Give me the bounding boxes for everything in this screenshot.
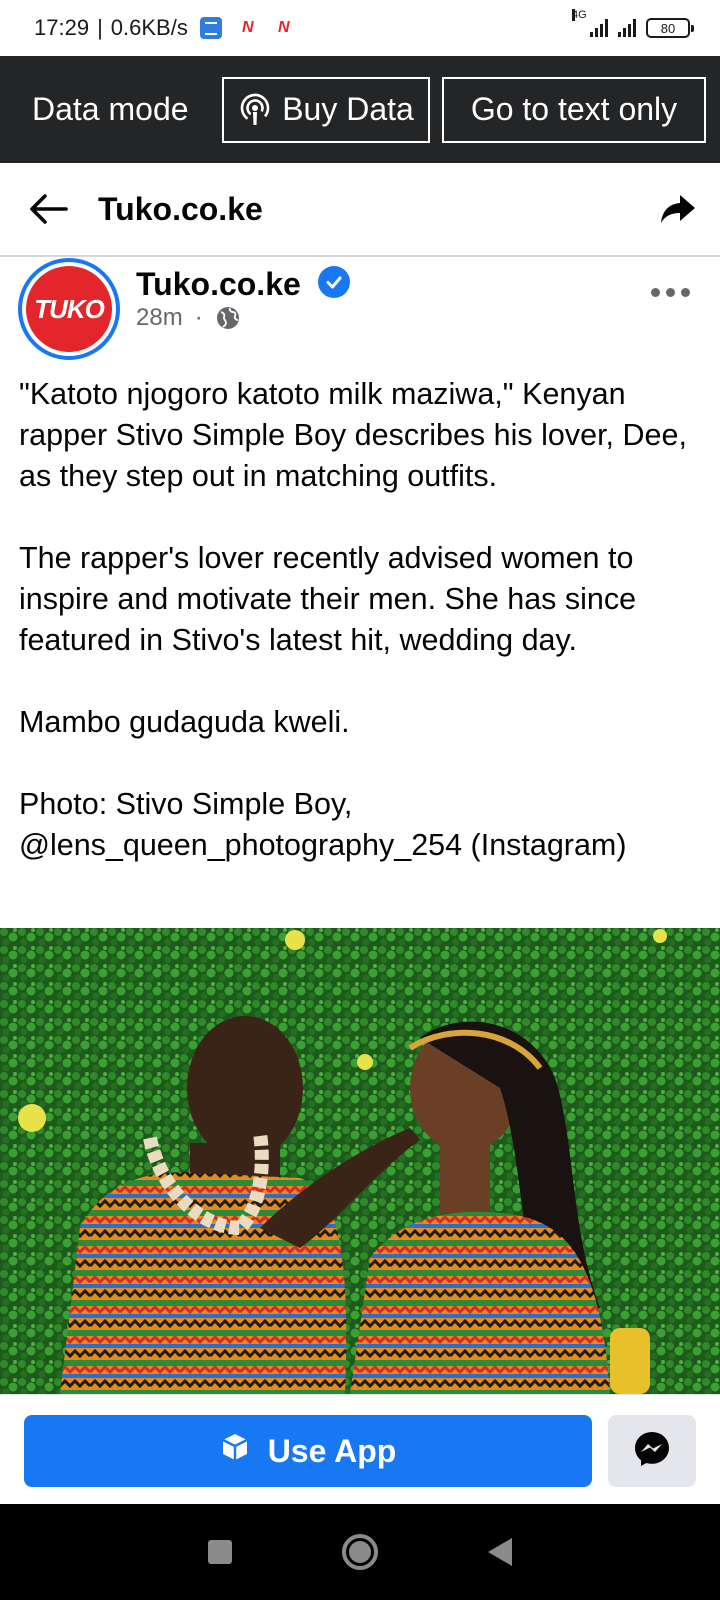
post-time[interactable]: 28m xyxy=(136,304,183,332)
home-icon[interactable] xyxy=(342,1534,378,1570)
text-only-label: Go to text only xyxy=(470,91,678,127)
podcast-icon xyxy=(238,93,272,127)
verified-badge-icon xyxy=(318,266,350,298)
more-dots-icon[interactable] xyxy=(651,288,690,297)
post-header: TUKO Tuko.co.ke 28m · xyxy=(0,258,720,368)
signal-icon-2 xyxy=(618,19,636,37)
post-paragraph-4: Photo: Stivo Simple Boy, @lens_queen_pho… xyxy=(19,787,627,862)
post-photo[interactable] xyxy=(0,928,720,1394)
signal-icon: 4G xyxy=(572,9,608,37)
avatar[interactable]: TUKO xyxy=(18,258,120,360)
post-meta: 28m · xyxy=(136,304,241,332)
cube-icon xyxy=(220,1432,250,1470)
status-separator: | xyxy=(97,15,103,40)
post-paragraph-2: The rapper's lover recently advised wome… xyxy=(19,541,637,657)
avatar-text: TUKO xyxy=(34,293,105,324)
use-app-button[interactable]: Use App xyxy=(24,1415,592,1487)
data-mode-label: Data mode xyxy=(32,91,189,127)
post-paragraph-3: Mambo gudaguda kweli. xyxy=(19,705,350,739)
avatar-logo: TUKO xyxy=(26,266,112,352)
recent-apps-icon[interactable] xyxy=(208,1540,232,1564)
network-type: 4G xyxy=(572,9,587,21)
action-bar: Use App xyxy=(0,1394,720,1504)
battery-icon: 80 xyxy=(646,18,694,38)
buy-data-button[interactable]: Buy Data xyxy=(222,76,430,143)
post-body: "Katoto njogoro katoto milk maziwa," Ken… xyxy=(19,374,709,866)
globe-icon xyxy=(215,305,241,331)
data-mode-bar: Data mode Buy Data Go to text only xyxy=(0,56,720,163)
system-nav-bar xyxy=(0,1504,720,1600)
page-title: Tuko.co.ke xyxy=(98,190,263,227)
use-app-label: Use App xyxy=(267,1432,397,1469)
share-arrow-icon[interactable] xyxy=(660,193,696,225)
status-right: 4G 80 xyxy=(572,9,694,38)
status-time: 17:29 xyxy=(34,15,90,40)
back-triangle-icon[interactable] xyxy=(488,1538,512,1566)
message-notification-icon xyxy=(199,17,222,39)
page-header: Tuko.co.ke xyxy=(0,163,720,257)
status-speed: 0.6KB/s xyxy=(110,15,188,40)
text-only-button[interactable]: Go to text only xyxy=(442,76,706,143)
meta-dot: · xyxy=(194,304,203,331)
news-notification-icon-2: N xyxy=(278,19,290,36)
news-notification-icon: N xyxy=(242,19,254,36)
battery-level: 80 xyxy=(660,20,676,36)
status-left: 17:29 | 0.6KB/s N N xyxy=(34,15,294,41)
arrow-left-icon[interactable] xyxy=(28,193,68,225)
messenger-button[interactable] xyxy=(608,1415,696,1487)
buy-data-label: Buy Data xyxy=(282,91,414,127)
status-bar: 17:29 | 0.6KB/s N N 4G 80 xyxy=(0,0,720,56)
author-name[interactable]: Tuko.co.ke xyxy=(136,266,301,303)
post-paragraph-1: "Katoto njogoro katoto milk maziwa," Ken… xyxy=(19,377,687,493)
messenger-icon xyxy=(633,1430,671,1473)
